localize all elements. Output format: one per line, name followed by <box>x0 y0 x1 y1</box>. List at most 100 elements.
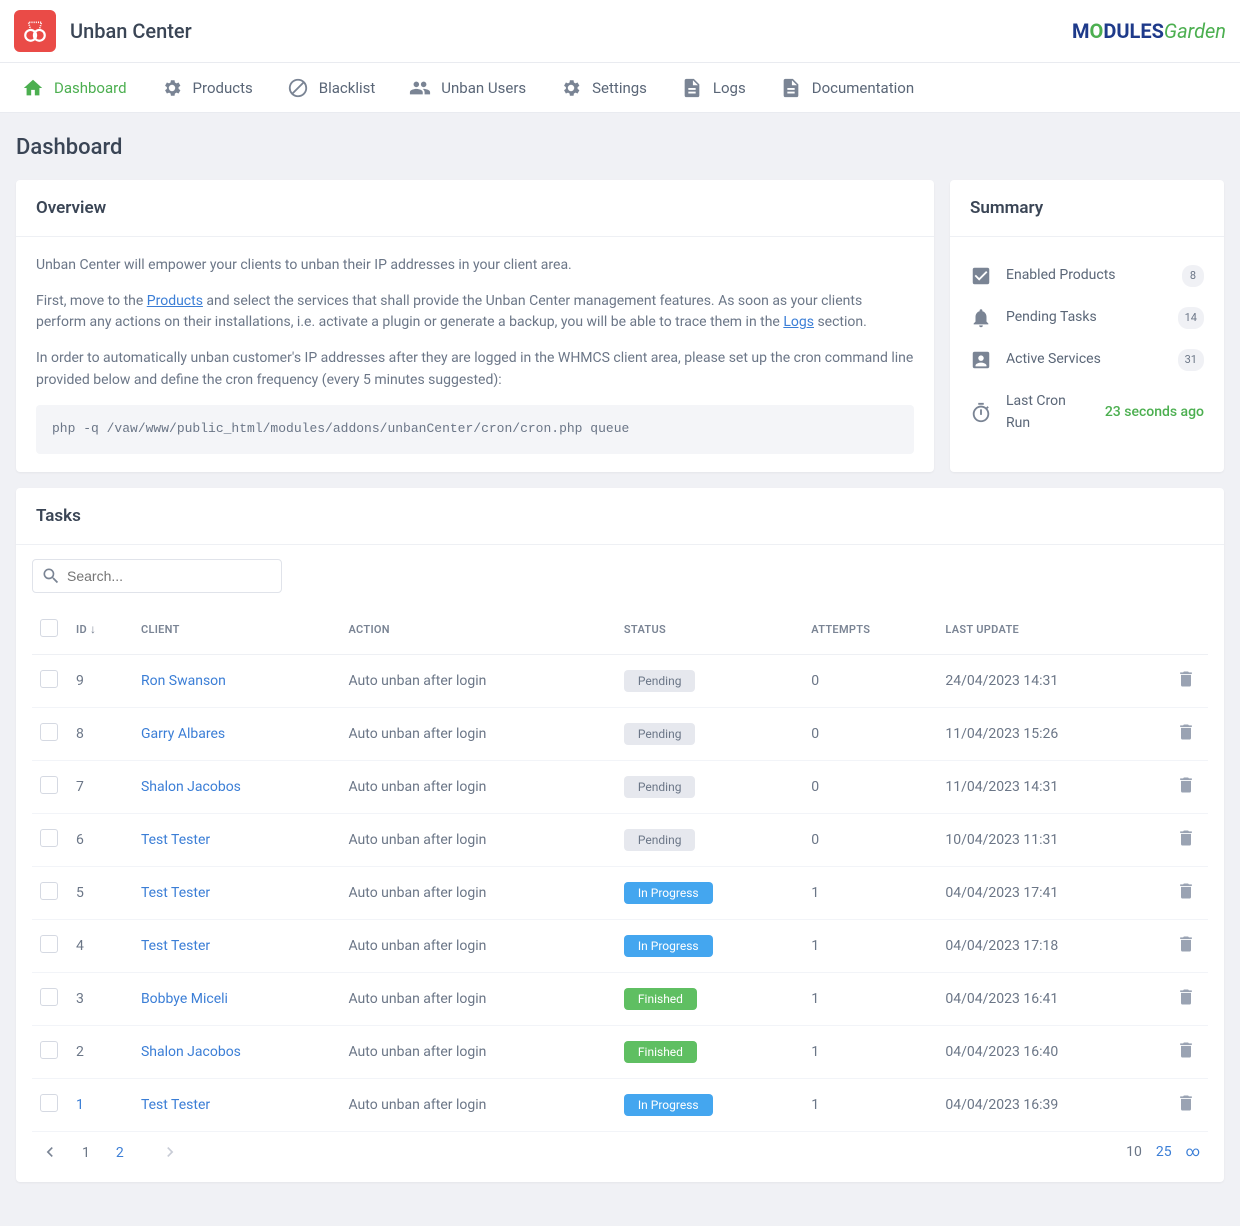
status-badge: Finished <box>624 988 697 1010</box>
task-last-update: 11/04/2023 15:26 <box>937 707 1168 760</box>
task-id-link[interactable]: 1 <box>76 1097 84 1113</box>
col-attempts[interactable]: ATTEMPTS <box>803 605 937 655</box>
tasks-title: Tasks <box>16 488 1224 545</box>
summary-badge: 8 <box>1182 265 1204 286</box>
task-last-update: 10/04/2023 11:31 <box>937 813 1168 866</box>
status-badge: Pending <box>624 776 696 798</box>
delete-button[interactable] <box>1176 1093 1196 1113</box>
client-link[interactable]: Test Tester <box>141 1097 210 1113</box>
sort-arrow-icon: ↓ <box>90 622 96 636</box>
delete-button[interactable] <box>1176 828 1196 848</box>
select-all-checkbox[interactable] <box>40 619 58 637</box>
gear-icon <box>161 77 183 99</box>
task-attempts: 0 <box>803 654 937 707</box>
row-checkbox[interactable] <box>40 829 58 847</box>
client-link[interactable]: Garry Albares <box>141 726 225 742</box>
task-attempts: 1 <box>803 972 937 1025</box>
delete-button[interactable] <box>1176 881 1196 901</box>
main-nav: Dashboard Products Blacklist Unban Users Set… <box>0 63 1240 113</box>
task-action: Auto unban after login <box>340 707 615 760</box>
client-link[interactable]: Shalon Jacobos <box>141 1044 241 1060</box>
client-link[interactable]: Test Tester <box>141 885 210 901</box>
delete-button[interactable] <box>1176 1040 1196 1060</box>
prev-page-button[interactable] <box>40 1142 60 1162</box>
nav-label: Documentation <box>812 79 914 97</box>
col-action[interactable]: ACTION <box>340 605 615 655</box>
nav-products[interactable]: Products <box>149 63 265 113</box>
row-checkbox[interactable] <box>40 723 58 741</box>
nav-label: Settings <box>592 79 647 97</box>
nav-label: Products <box>193 79 253 97</box>
delete-button[interactable] <box>1176 669 1196 689</box>
delete-button[interactable] <box>1176 934 1196 954</box>
task-attempts: 0 <box>803 760 937 813</box>
nav-settings[interactable]: Settings <box>548 63 659 113</box>
nav-logs[interactable]: Logs <box>669 63 758 113</box>
page-size-option[interactable]: 10 <box>1126 1144 1142 1160</box>
status-badge: In Progress <box>624 935 713 957</box>
task-id: 4 <box>76 938 84 954</box>
ban-icon <box>287 77 309 99</box>
task-attempts: 1 <box>803 866 937 919</box>
col-last-update[interactable]: LAST UPDATE <box>937 605 1168 655</box>
app-logo <box>14 10 56 52</box>
next-page-button[interactable] <box>160 1142 180 1162</box>
nav-documentation[interactable]: Documentation <box>768 63 926 113</box>
nav-unban-users[interactable]: Unban Users <box>397 63 538 113</box>
tasks-table: ID ↓ CLIENT ACTION STATUS ATTEMPTS LAST … <box>32 605 1208 1132</box>
col-status[interactable]: STATUS <box>616 605 803 655</box>
nav-dashboard[interactable]: Dashboard <box>10 63 139 113</box>
page-number[interactable]: 2 <box>110 1145 130 1161</box>
nav-label: Unban Users <box>441 79 526 97</box>
doc-icon <box>780 77 802 99</box>
overview-title: Overview <box>16 180 934 237</box>
client-link[interactable]: Shalon Jacobos <box>141 779 241 795</box>
nav-label: Dashboard <box>54 79 127 97</box>
table-row: 4 Test Tester Auto unban after login In … <box>32 919 1208 972</box>
search-box[interactable] <box>32 559 282 593</box>
page-number[interactable]: 1 <box>76 1145 96 1161</box>
task-id: 9 <box>76 673 84 689</box>
table-footer: 12 10 25 ∞ <box>32 1132 1208 1176</box>
summary-item: Last Cron Run23 seconds ago <box>970 381 1204 444</box>
row-checkbox[interactable] <box>40 988 58 1006</box>
page-size-option[interactable]: 25 <box>1156 1144 1172 1160</box>
client-link[interactable]: Ron Swanson <box>141 673 226 689</box>
search-input[interactable] <box>61 568 273 584</box>
task-id: 5 <box>76 885 84 901</box>
summary-label: Enabled Products <box>1006 265 1168 287</box>
app-header: Unban Center MODULESGarden <box>0 0 1240 63</box>
task-last-update: 04/04/2023 17:18 <box>937 919 1168 972</box>
task-attempts: 1 <box>803 1025 937 1078</box>
logs-link[interactable]: Logs <box>783 314 814 330</box>
row-checkbox[interactable] <box>40 670 58 688</box>
user-icon <box>970 349 992 371</box>
row-checkbox[interactable] <box>40 935 58 953</box>
overview-p2: First, move to the Products and select t… <box>36 291 914 334</box>
col-client[interactable]: CLIENT <box>133 605 341 655</box>
table-row: 7 Shalon Jacobos Auto unban after login … <box>32 760 1208 813</box>
products-link[interactable]: Products <box>147 293 203 309</box>
row-checkbox[interactable] <box>40 1094 58 1112</box>
task-last-update: 24/04/2023 14:31 <box>937 654 1168 707</box>
client-link[interactable]: Test Tester <box>141 832 210 848</box>
nav-blacklist[interactable]: Blacklist <box>275 63 388 113</box>
delete-button[interactable] <box>1176 775 1196 795</box>
col-id[interactable]: ID ↓ <box>68 605 133 655</box>
task-action: Auto unban after login <box>340 760 615 813</box>
page-size-option[interactable]: ∞ <box>1186 1144 1200 1160</box>
summary-item: Enabled Products 8 <box>970 255 1204 297</box>
row-checkbox[interactable] <box>40 1041 58 1059</box>
task-id: 2 <box>76 1044 84 1060</box>
delete-button[interactable] <box>1176 722 1196 742</box>
client-link[interactable]: Bobbye Miceli <box>141 991 228 1007</box>
table-row: 5 Test Tester Auto unban after login In … <box>32 866 1208 919</box>
task-id: 3 <box>76 991 84 1007</box>
row-checkbox[interactable] <box>40 882 58 900</box>
client-link[interactable]: Test Tester <box>141 938 210 954</box>
row-checkbox[interactable] <box>40 776 58 794</box>
delete-button[interactable] <box>1176 987 1196 1007</box>
status-badge: Finished <box>624 1041 697 1063</box>
summary-badge: 31 <box>1178 349 1204 370</box>
task-action: Auto unban after login <box>340 1078 615 1131</box>
